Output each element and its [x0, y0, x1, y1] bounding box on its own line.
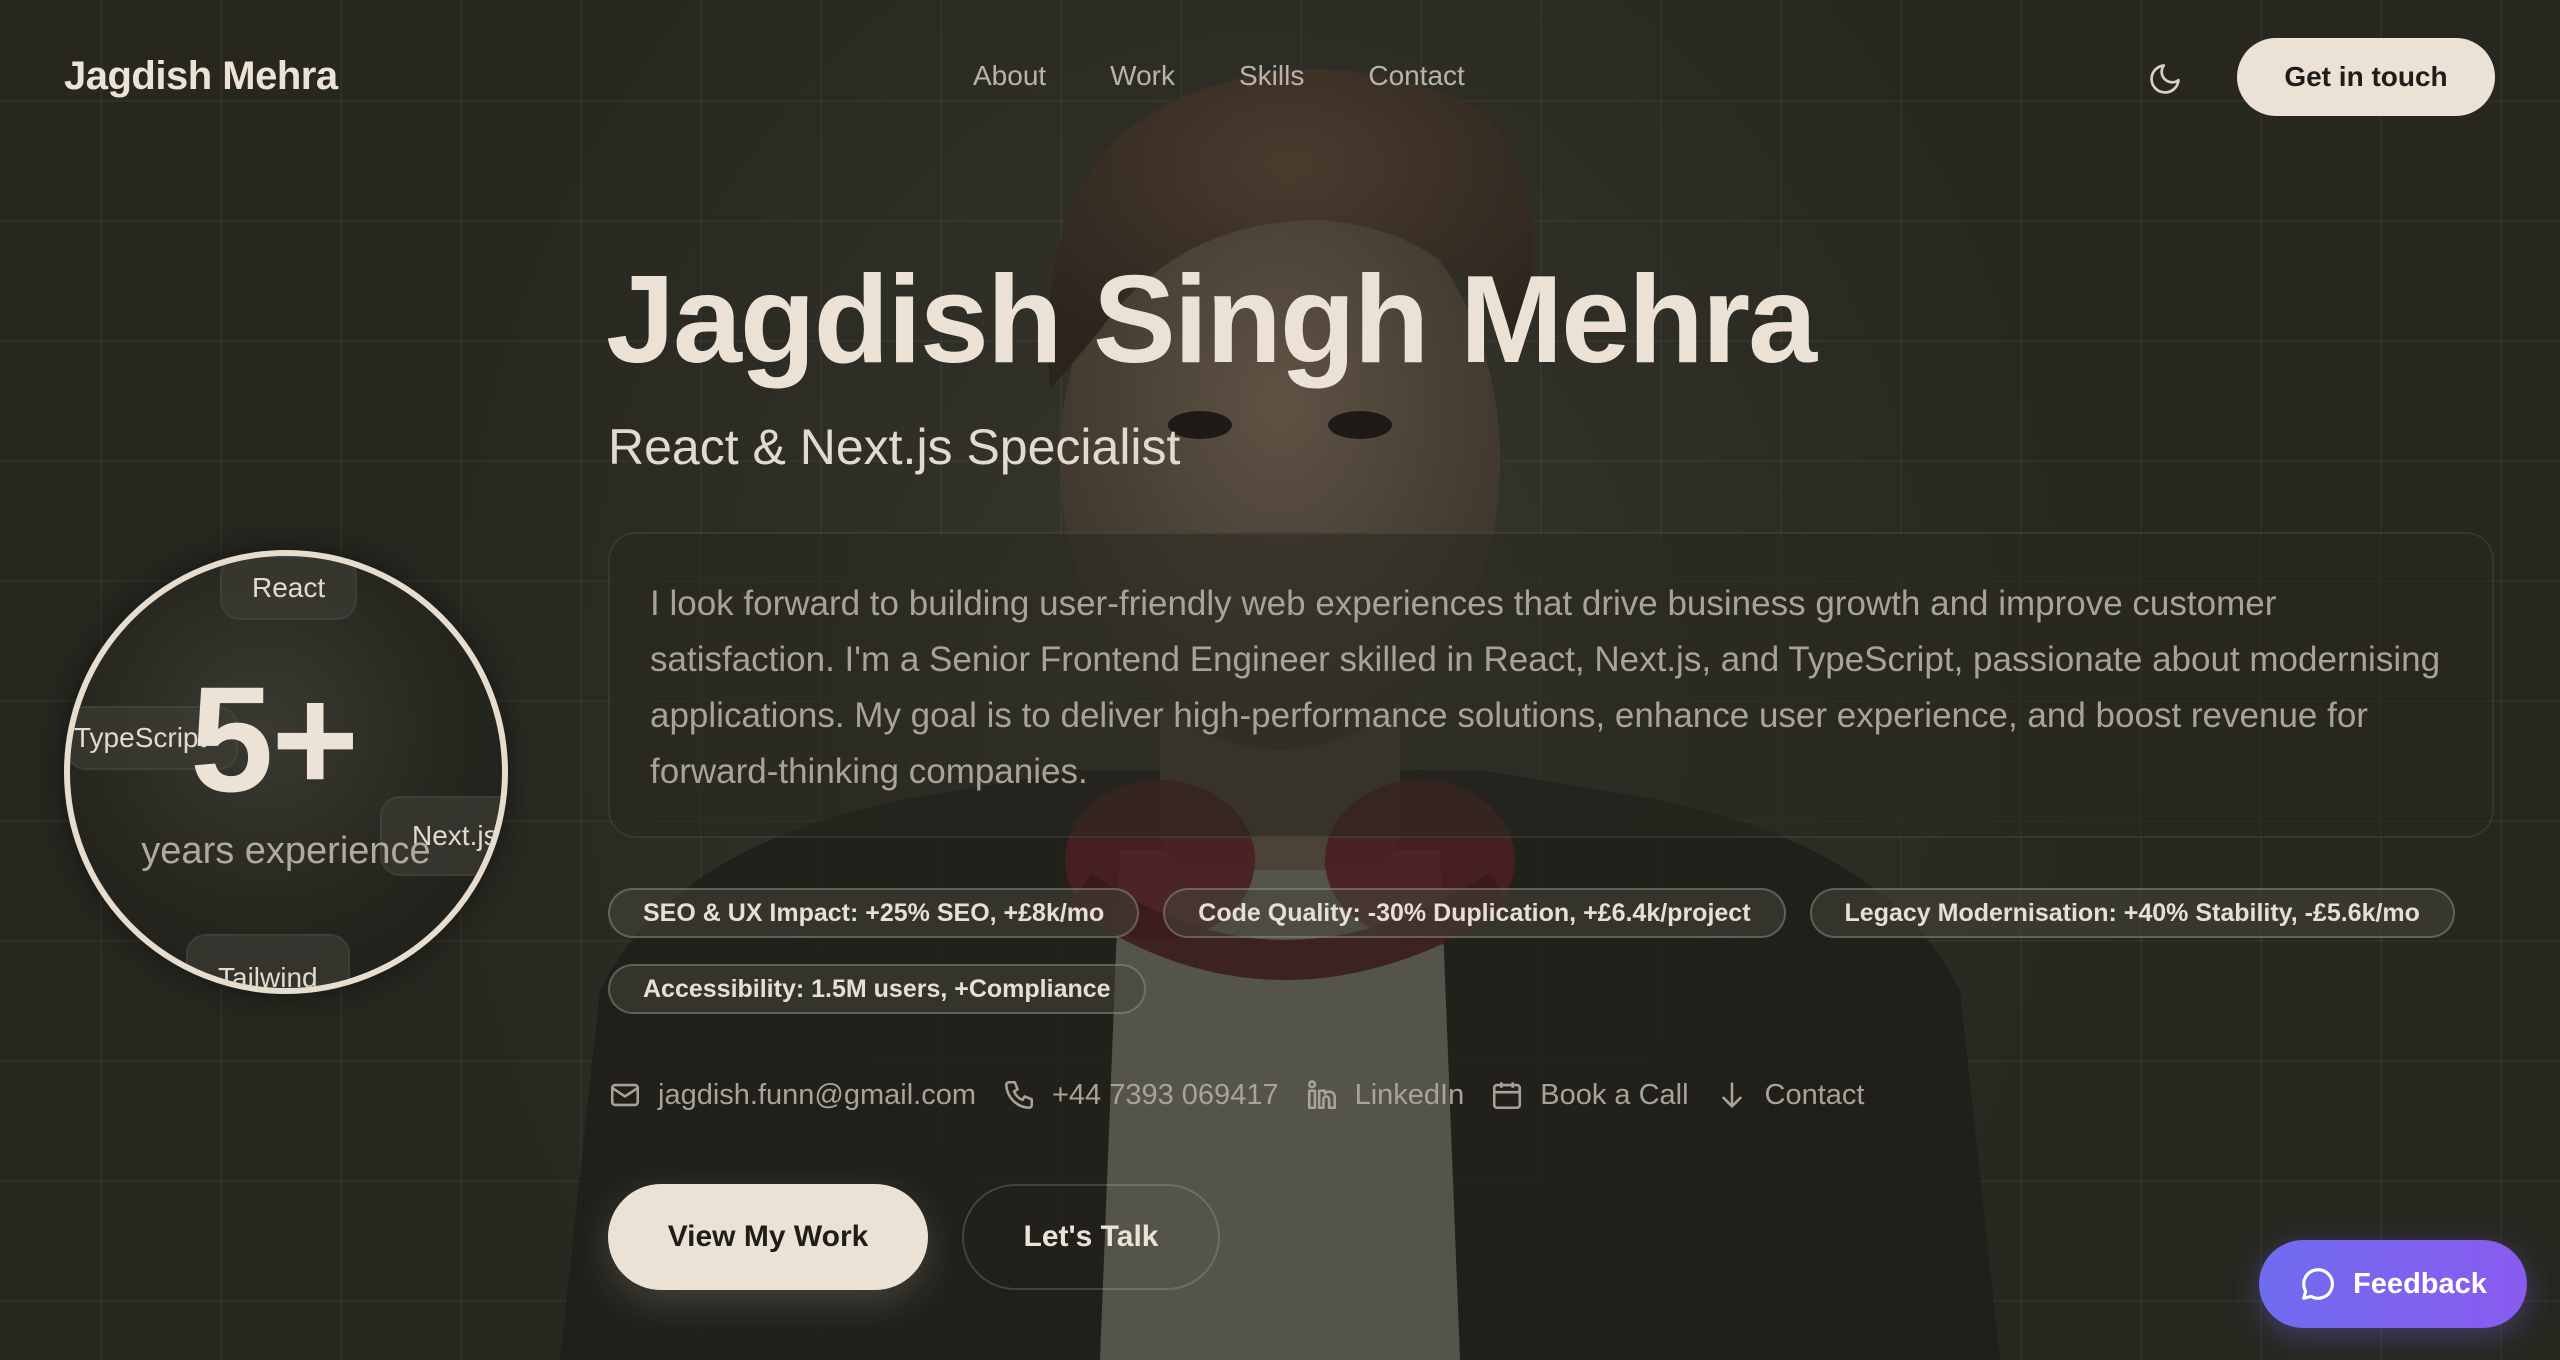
feedback-button[interactable]: Feedback — [2259, 1240, 2527, 1328]
contact-linkedin-link[interactable]: LinkedIn — [1305, 1078, 1465, 1112]
nav-link-skills[interactable]: Skills — [1239, 60, 1304, 92]
impact-chips: SEO & UX Impact: +25% SEO, +£8k/mo Code … — [608, 888, 2508, 1040]
impact-chip-seo: SEO & UX Impact: +25% SEO, +£8k/mo — [608, 888, 1140, 938]
impact-chip-accessibility: Accessibility: 1.5M users, +Compliance — [608, 964, 1146, 1014]
feedback-label: Feedback — [2353, 1267, 2487, 1300]
contact-email-label: jagdish.funn@gmail.com — [658, 1078, 976, 1111]
linkedin-icon — [1307, 1080, 1336, 1110]
brand-logo-text[interactable]: Jagdish Mehra — [64, 54, 338, 99]
chat-bubble-icon — [2302, 1268, 2335, 1300]
theme-toggle-button[interactable] — [2140, 54, 2190, 104]
contact-scroll-label: Contact — [1764, 1078, 1865, 1111]
bio-card: I look forward to building user-friendly… — [608, 532, 2494, 838]
contact-phone-link[interactable]: +44 7393 069417 — [1002, 1078, 1279, 1112]
contact-book-call-label: Book a Call — [1540, 1078, 1689, 1111]
get-in-touch-button[interactable]: Get in touch — [2237, 38, 2495, 116]
experience-lens: React TypeScript Next.js Tailwind 5+ yea… — [64, 550, 508, 994]
hero-name-heading: Jagdish Singh Mehra — [606, 251, 1817, 389]
contact-phone-label: +44 7393 069417 — [1051, 1078, 1279, 1111]
arrow-down-icon — [1721, 1082, 1742, 1108]
impact-chip-code-quality: Code Quality: -30% Duplication, +£6.4k/p… — [1163, 888, 1786, 938]
portfolio-page: Jagdish Mehra About Work Skills Contact … — [0, 0, 2560, 1360]
contact-links: jagdish.funn@gmail.com +44 7393 069417 L… — [608, 1078, 1865, 1112]
hero-role-subtitle: React & Next.js Specialist — [608, 419, 1181, 475]
experience-years-label: years experience — [141, 830, 431, 872]
nav-links: About Work Skills Contact — [973, 60, 1465, 92]
lets-talk-button[interactable]: Let's Talk — [962, 1184, 1220, 1290]
experience-years-value: 5+ — [190, 655, 359, 823]
nav-link-about[interactable]: About — [973, 60, 1046, 92]
skill-chip-react: React — [220, 556, 358, 620]
top-navigation: Jagdish Mehra About Work Skills Contact … — [0, 0, 2560, 156]
contact-linkedin-label: LinkedIn — [1354, 1078, 1465, 1111]
nav-link-work[interactable]: Work — [1110, 60, 1175, 92]
nav-link-contact[interactable]: Contact — [1368, 60, 1465, 92]
contact-book-call-link[interactable]: Book a Call — [1490, 1078, 1689, 1112]
moon-icon — [2150, 64, 2180, 94]
contact-scroll-link[interactable]: Contact — [1715, 1078, 1865, 1112]
phone-icon — [1004, 1080, 1034, 1110]
mail-icon — [610, 1083, 640, 1107]
calendar-icon — [1493, 1082, 1522, 1110]
contact-email-link[interactable]: jagdish.funn@gmail.com — [608, 1078, 976, 1112]
view-my-work-button[interactable]: View My Work — [608, 1184, 928, 1290]
impact-chip-legacy: Legacy Modernisation: +40% Stability, -£… — [1809, 888, 2455, 938]
skill-chip-tailwind: Tailwind — [186, 934, 350, 988]
bio-text: I look forward to building user-friendly… — [650, 584, 2441, 791]
